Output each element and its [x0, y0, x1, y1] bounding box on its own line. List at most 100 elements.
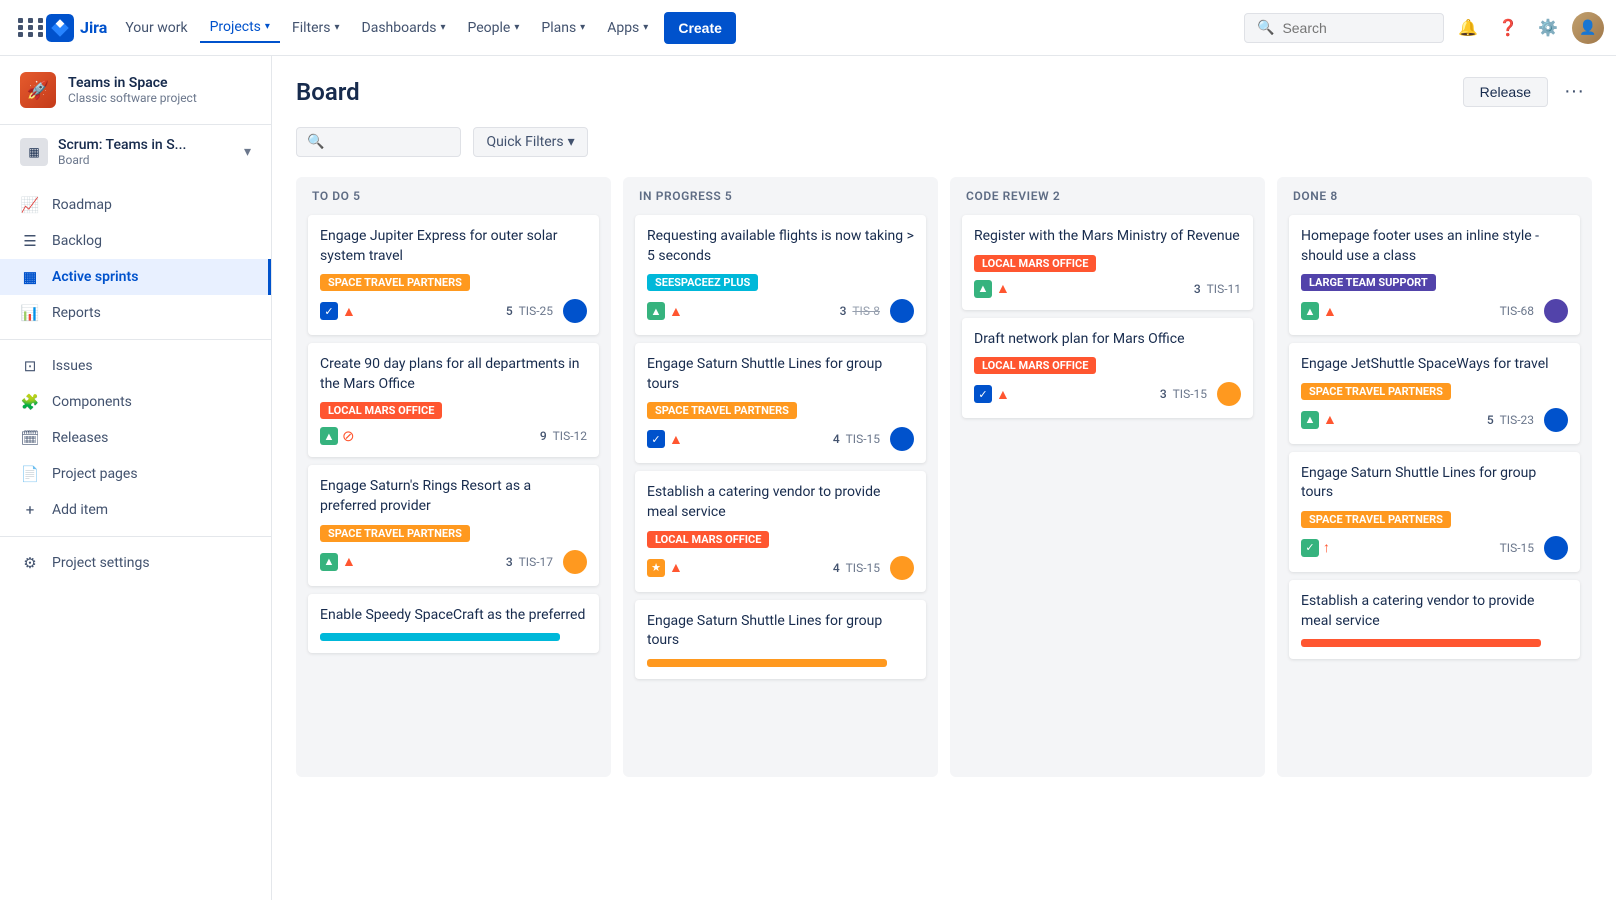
quick-filters-chevron-icon: ▾: [568, 134, 575, 150]
card-count: 4: [833, 432, 840, 446]
issues-label: Issues: [52, 358, 93, 374]
dashboards-chevron-icon: ▾: [440, 22, 445, 33]
project-icon: 🚀: [20, 72, 56, 108]
card-cr-2[interactable]: Draft network plan for Mars Office LOCAL…: [962, 318, 1253, 419]
board-search-box[interactable]: 🔍: [296, 127, 461, 157]
nav-people[interactable]: People ▾: [457, 14, 529, 42]
sidebar-item-active-sprints[interactable]: ▦ Active sprints: [0, 259, 271, 295]
card-done-4[interactable]: Establish a catering vendor to provide m…: [1289, 580, 1580, 659]
roadmap-icon: 📈: [20, 195, 40, 215]
story-icon: ▲: [974, 280, 992, 298]
card-done-2[interactable]: Engage JetShuttle SpaceWays for travel S…: [1289, 343, 1580, 444]
project-settings-label: Project settings: [52, 555, 150, 571]
more-options-button[interactable]: ···: [1556, 76, 1592, 107]
priority-high-icon: ▲: [669, 559, 683, 576]
sidebar-item-components[interactable]: 🧩 Components: [0, 384, 271, 420]
column-todo-header: TO DO 5: [308, 189, 599, 203]
search-input[interactable]: [1282, 20, 1431, 36]
nav-apps[interactable]: Apps ▾: [597, 14, 658, 42]
scrum-left: ▦ Scrum: Teams in S... Board: [20, 137, 186, 167]
card-done-1[interactable]: Homepage footer uses an inline style - s…: [1289, 215, 1580, 335]
ticket-id: TIS-12: [553, 429, 587, 443]
card-count: 3: [506, 555, 513, 569]
project-info: Teams in Space Classic software project: [68, 75, 197, 105]
topnav-right: 🔍 🔔 ❓ ⚙️ 👤: [1244, 12, 1604, 44]
sidebar-project[interactable]: 🚀 Teams in Space Classic software projec…: [0, 56, 271, 125]
card-todo-1[interactable]: Engage Jupiter Express for outer solar s…: [308, 215, 599, 335]
checkbox-icon: ✓: [974, 385, 992, 403]
app-grid-icon[interactable]: [12, 14, 40, 42]
card-tag: LOCAL MARS OFFICE: [974, 357, 1096, 374]
card-todo-3[interactable]: Engage Saturn's Rings Resort as a prefer…: [308, 465, 599, 585]
card-title: Engage Saturn Shuttle Lines for group to…: [1301, 464, 1568, 503]
project-name: Teams in Space: [68, 75, 197, 91]
card-title: Establish a catering vendor to provide m…: [1301, 592, 1568, 631]
backlog-icon: ☰: [20, 231, 40, 251]
quick-filters-button[interactable]: Quick Filters ▾: [473, 127, 587, 157]
sidebar-item-reports[interactable]: 📊 Reports: [0, 295, 271, 331]
project-pages-icon: 📄: [20, 464, 40, 484]
settings-button[interactable]: ⚙️: [1532, 12, 1564, 44]
card-todo-2[interactable]: Create 90 day plans for all departments …: [308, 343, 599, 457]
card-inprog-1[interactable]: Requesting available flights is now taki…: [635, 215, 926, 335]
active-sprints-icon: ▦: [20, 267, 40, 287]
card-done-3[interactable]: Engage Saturn Shuttle Lines for group to…: [1289, 452, 1580, 572]
profile-avatar[interactable]: 👤: [1572, 12, 1604, 44]
components-label: Components: [52, 394, 132, 410]
card-tag: SPACE TRAVEL PARTNERS: [647, 402, 797, 419]
sidebar-item-add-item[interactable]: + Add item: [0, 492, 271, 528]
card-icons: ▲ ▲: [320, 553, 500, 571]
column-done: DONE 8 Homepage footer uses an inline st…: [1277, 177, 1592, 777]
card-cr-1[interactable]: Register with the Mars Ministry of Reven…: [962, 215, 1253, 310]
sidebar-item-releases[interactable]: 🗓 Releases: [0, 420, 271, 456]
notifications-button[interactable]: 🔔: [1452, 12, 1484, 44]
sidebar-item-project-pages[interactable]: 📄 Project pages: [0, 456, 271, 492]
card-inprog-2[interactable]: Engage Saturn Shuttle Lines for group to…: [635, 343, 926, 463]
board-search-input[interactable]: [330, 134, 450, 150]
nav-projects[interactable]: Projects ▾: [200, 13, 280, 43]
card-avatar: [1217, 382, 1241, 406]
progress-bar: [1301, 639, 1541, 647]
card-footer: ✓ ▲ 5 TIS-25: [320, 299, 587, 323]
card-title: Requesting available flights is now taki…: [647, 227, 914, 266]
nav-dashboards[interactable]: Dashboards ▾: [352, 14, 456, 42]
card-title: Homepage footer uses an inline style - s…: [1301, 227, 1568, 266]
sidebar-item-project-settings[interactable]: ⚙ Project settings: [0, 545, 271, 581]
scrum-board-item[interactable]: ▦ Scrum: Teams in S... Board ▾: [0, 125, 271, 179]
nav-yourwork[interactable]: Your work: [115, 14, 197, 42]
card-tag: LOCAL MARS OFFICE: [647, 531, 769, 548]
sidebar-item-issues[interactable]: ⊡ Issues: [0, 348, 271, 384]
card-footer: ★ ▲ 4 TIS-15: [647, 556, 914, 580]
release-button[interactable]: Release: [1463, 77, 1548, 107]
card-title: Create 90 day plans for all departments …: [320, 355, 587, 394]
scrum-icon: ▦: [20, 138, 48, 166]
reports-label: Reports: [52, 305, 101, 321]
reports-icon: 📊: [20, 303, 40, 323]
priority-up-icon: ↑: [1323, 539, 1330, 556]
story-icon: ▲: [320, 553, 338, 571]
help-button[interactable]: ❓: [1492, 12, 1524, 44]
story-icon: ▲: [320, 427, 338, 445]
card-count: 9: [540, 429, 547, 443]
add-item-icon: +: [20, 500, 40, 520]
card-todo-4[interactable]: Enable Speedy SpaceCraft as the preferre…: [308, 594, 599, 654]
app-switcher[interactable]: Jira: [12, 14, 107, 42]
nav-filters[interactable]: Filters ▾: [282, 14, 350, 42]
priority-high-icon: ▲: [1323, 303, 1337, 320]
sidebar-item-roadmap[interactable]: 📈 Roadmap: [0, 187, 271, 223]
board-actions: Release ···: [1463, 76, 1592, 107]
card-title: Register with the Mars Ministry of Reven…: [974, 227, 1241, 247]
ticket-id: TIS-68: [1500, 304, 1534, 318]
sidebar-item-backlog[interactable]: ☰ Backlog: [0, 223, 271, 259]
create-button[interactable]: Create: [664, 12, 736, 44]
components-icon: 🧩: [20, 392, 40, 412]
column-todo: TO DO 5 Engage Jupiter Express for outer…: [296, 177, 611, 777]
card-inprog-3[interactable]: Establish a catering vendor to provide m…: [635, 471, 926, 591]
block-icon: ⊘: [342, 427, 355, 445]
topnav: Jira Your work Projects ▾ Filters ▾ Dash…: [0, 0, 1616, 56]
scrum-chevron-icon: ▾: [244, 144, 251, 160]
search-box[interactable]: 🔍: [1244, 13, 1444, 43]
story-icon: ▲: [647, 302, 665, 320]
nav-plans[interactable]: Plans ▾: [531, 14, 595, 42]
card-inprog-4[interactable]: Engage Saturn Shuttle Lines for group to…: [635, 600, 926, 679]
